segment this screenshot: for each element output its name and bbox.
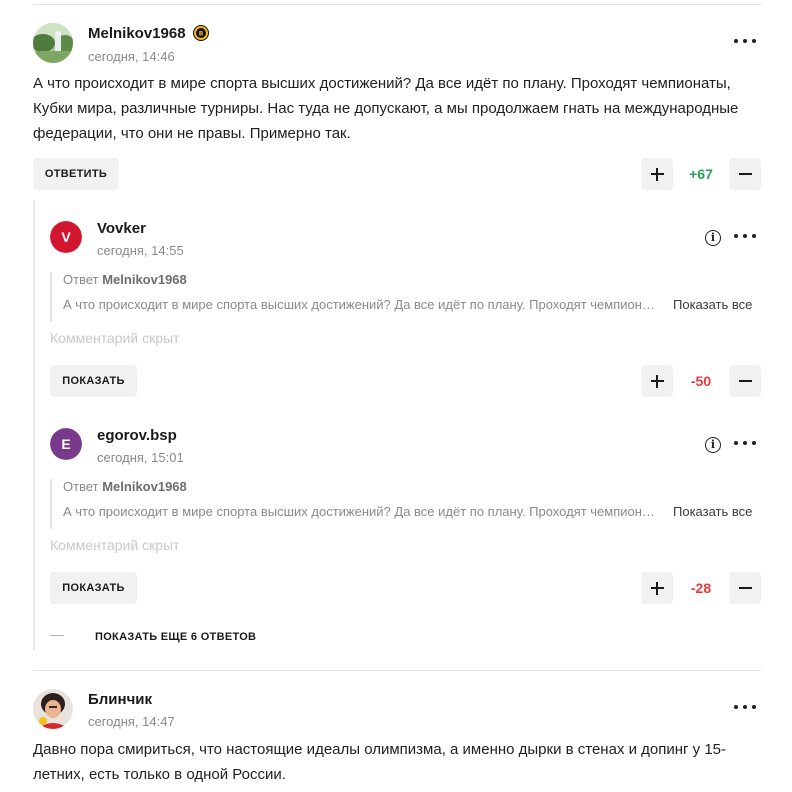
avatar-photo-person [33,689,73,729]
comment-text: А что происходит в мире спорта высших до… [33,75,739,142]
reply-score: -50 [690,373,712,389]
avatar-letter: E [50,428,82,460]
hidden-comment-notice: Комментарий скрыт [50,330,180,346]
avatar[interactable]: E [50,428,82,460]
quote-reply-label: Ответ [63,272,99,287]
comment-text: Давно пора смириться, что настоящие идеа… [33,741,727,783]
quote-reply-label: Ответ [63,479,99,494]
quote-header: Ответ Melnikov1968 [63,272,187,287]
comment-score: +67 [689,166,713,182]
quote-text: А что происходит в мире спорта высших до… [63,504,658,519]
downvote-button[interactable] [729,572,761,604]
reply-score: -28 [690,580,712,596]
upvote-button[interactable] [641,365,673,397]
quote-author[interactable]: Melnikov1968 [102,272,187,287]
minus-icon [738,168,752,181]
comment-author[interactable]: Блинчик [88,691,152,708]
hidden-comment-notice: Комментарий скрыт [50,537,180,553]
show-more-replies-button[interactable]: ПОКАЗАТЬ ЕЩЕ 6 ОТВЕТОВ [95,631,256,643]
comment-author[interactable]: Melnikov1968 [88,25,186,42]
more-options-icon[interactable] [734,33,756,49]
top-divider [33,4,761,5]
avatar[interactable]: V [50,221,82,253]
reply-quote: Ответ Melnikov1968 А что происходит в ми… [50,272,764,322]
show-button[interactable]: ПОКАЗАТЬ [50,572,137,604]
reply-author[interactable]: Vovker [97,220,146,237]
more-replies-dash [50,635,64,636]
avatar-letter: V [50,221,82,253]
reply-button[interactable]: ОТВЕТИТЬ [33,158,119,190]
more-options-icon[interactable] [734,435,756,451]
upvote-button[interactable] [641,158,673,190]
svg-text:B: B [199,31,204,38]
plus-icon [650,581,664,595]
downvote-button[interactable] [729,365,761,397]
hockey-team-badge-icon: B [193,25,209,41]
quote-header: Ответ Melnikov1968 [63,479,187,494]
avatar-photo-landscape [33,23,73,63]
thread-line [33,200,35,650]
show-all-link[interactable]: Показать все [673,297,752,312]
comment-divider [33,670,761,671]
plus-icon [650,167,664,181]
reply-quote: Ответ Melnikov1968 А что происходит в ми… [50,479,764,529]
reply-author[interactable]: egorov.bsp [97,427,177,444]
comment-time: сегодня, 14:46 [88,49,175,64]
minus-icon [738,582,752,595]
reply-time: сегодня, 14:55 [97,243,184,258]
minus-icon [738,375,752,388]
more-options-icon[interactable] [734,228,756,244]
show-all-link[interactable]: Показать все [673,504,752,519]
avatar[interactable] [33,23,73,63]
avatar[interactable] [33,689,73,729]
info-icon[interactable]: i [705,437,721,453]
reply-time: сегодня, 15:01 [97,450,184,465]
quote-text: А что происходит в мире спорта высших до… [63,297,658,312]
info-icon[interactable]: i [705,230,721,246]
upvote-button[interactable] [641,572,673,604]
downvote-button[interactable] [729,158,761,190]
show-button[interactable]: ПОКАЗАТЬ [50,365,137,397]
comment-time: сегодня, 14:47 [88,714,175,729]
more-options-icon[interactable] [734,699,756,715]
plus-icon [650,374,664,388]
quote-author[interactable]: Melnikov1968 [102,479,187,494]
